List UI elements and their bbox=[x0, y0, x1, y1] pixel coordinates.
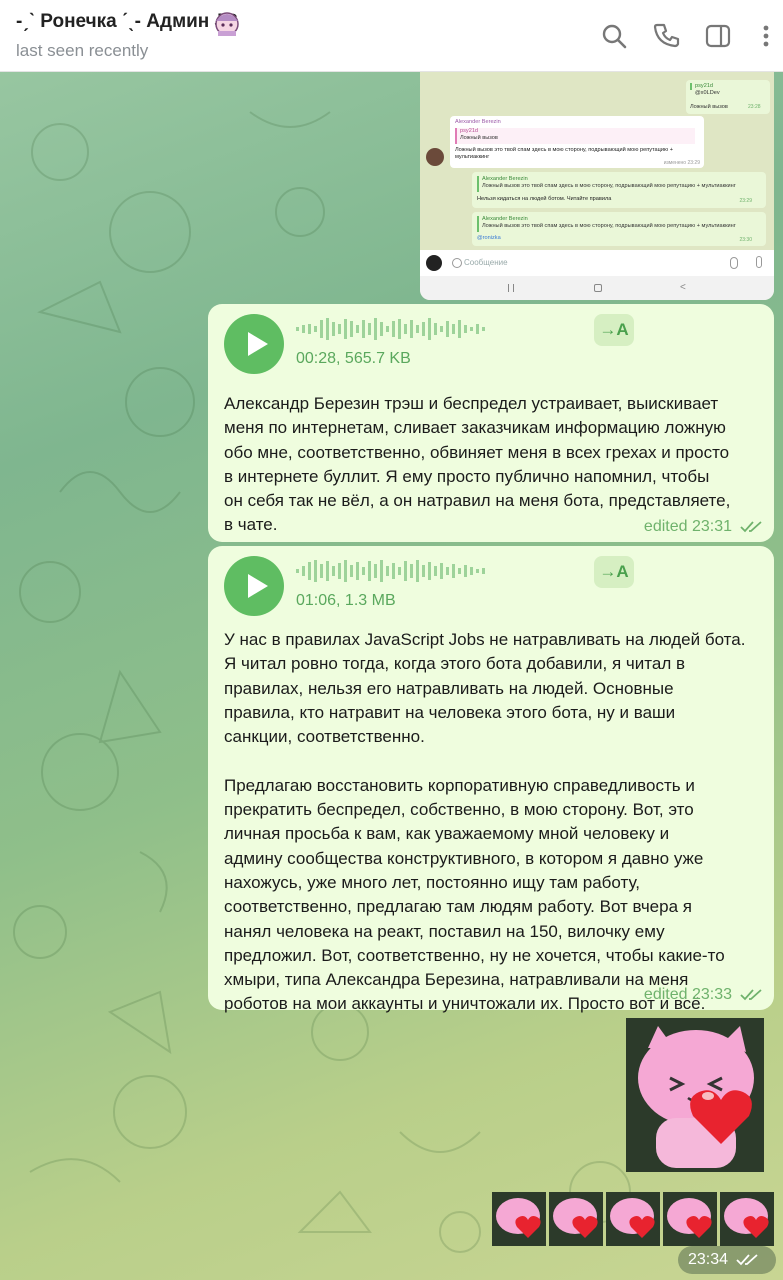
message-time: 23:34 bbox=[678, 1246, 776, 1274]
mini-time: 23:28 bbox=[748, 104, 761, 110]
mini-input-placeholder: Сообщение bbox=[464, 258, 508, 267]
mini-recents-icon bbox=[508, 284, 514, 292]
play-button[interactable] bbox=[224, 314, 284, 374]
transcription-text: Александр Березин трэш и беспредел устра… bbox=[224, 394, 731, 535]
voice-duration: 01:06, 1.3 MB bbox=[296, 592, 396, 609]
message-meta: edited 23:33 bbox=[644, 986, 764, 1004]
mini-quote-text: Ложный вызов это твой спам здесь в мою с… bbox=[482, 223, 736, 229]
search-icon[interactable] bbox=[600, 22, 628, 50]
mini-text: @ronizka bbox=[477, 235, 501, 241]
mini-quote-name: Alexander Berezin bbox=[482, 216, 528, 222]
mini-text: Нельзя кидаться на людей ботом. Читайте … bbox=[477, 196, 612, 202]
photo-message[interactable]: psy21d @x0LDev Ложный вызов 23:28 Alexan… bbox=[420, 72, 774, 300]
play-button[interactable] bbox=[224, 556, 284, 616]
mini-nav-bar: < bbox=[420, 276, 774, 300]
mini-quote-text: Ложный вызов bbox=[460, 135, 498, 141]
mini-time: изменено 23:29 bbox=[663, 160, 700, 166]
mini-message: Alexander Berezin Ложный вызов это твой … bbox=[472, 212, 766, 246]
chat-header: -ˏˋ Ронечка ˊˎ- Админ JS last seen recen… bbox=[0, 0, 783, 72]
chat-title[interactable]: -ˏˋ Ронечка ˊˎ- Админ JS bbox=[16, 11, 238, 33]
mini-home-icon bbox=[594, 284, 602, 292]
voice-message[interactable]: →A 00:28, 565.7 KB Александр Березин трэ… bbox=[208, 304, 774, 542]
double-check-icon bbox=[736, 1254, 758, 1266]
mini-emoji-icon bbox=[452, 258, 462, 268]
double-check-icon bbox=[740, 521, 762, 533]
chat-status: last seen recently bbox=[16, 41, 149, 60]
mini-quote-text: Ложный вызов это твой спам здесь в мою с… bbox=[482, 183, 736, 189]
sticker-row bbox=[492, 1192, 776, 1246]
mini-text: Ложный вызов это твой спам здесь в мою с… bbox=[455, 147, 673, 160]
pink-cat-sticker[interactable] bbox=[663, 1192, 717, 1246]
transcribe-button[interactable]: →A bbox=[594, 556, 634, 588]
pink-cat-sticker[interactable] bbox=[606, 1192, 660, 1246]
mini-quote-name: psy21d bbox=[460, 128, 479, 134]
more-icon[interactable] bbox=[752, 22, 780, 50]
last-time: 23:34 bbox=[688, 1251, 729, 1268]
mini-quote: psy21d Ложный вызов bbox=[455, 128, 695, 144]
mini-message: Alexander Berezin psy21d Ложный вызов Ло… bbox=[450, 116, 704, 168]
mini-quote: Alexander Berezin Ложный вызов это твой … bbox=[477, 176, 761, 192]
mini-quote-name: Alexander Berezin bbox=[482, 176, 528, 182]
transcription-text: У нас в правилах JavaScript Jobs не натр… bbox=[224, 630, 746, 1014]
sidebar-icon[interactable] bbox=[704, 22, 732, 50]
edited-time: edited 23:31 bbox=[643, 518, 732, 535]
mini-avatar bbox=[426, 148, 444, 166]
anime-girl-emoji-icon bbox=[215, 12, 239, 36]
mini-message: psy21d @x0LDev Ложный вызов 23:28 bbox=[686, 80, 770, 114]
mini-text: Ложный вызов bbox=[690, 104, 728, 110]
mini-mic-icon bbox=[756, 256, 762, 268]
pink-cat-sticker[interactable] bbox=[492, 1192, 546, 1246]
transcribe-button[interactable]: →A bbox=[594, 314, 634, 346]
edited-time: edited 23:33 bbox=[643, 986, 732, 1003]
voice-message[interactable]: →A 01:06, 1.3 MB У нас в правилах JavaSc… bbox=[208, 546, 774, 1013]
mini-attach-icon bbox=[730, 257, 738, 269]
voice-duration: 00:28, 565.7 KB bbox=[296, 350, 411, 367]
mini-sender: Alexander Berezin bbox=[455, 119, 501, 125]
pink-cat-sticker[interactable] bbox=[626, 1018, 764, 1172]
waveform[interactable] bbox=[296, 558, 486, 584]
double-check-icon bbox=[740, 989, 762, 1001]
mini-handle: @x0LDev bbox=[695, 90, 720, 96]
phone-icon[interactable] bbox=[653, 22, 681, 50]
mini-time: 23:30 bbox=[739, 237, 752, 243]
mini-quote: Alexander Berezin Ложный вызов это твой … bbox=[477, 216, 761, 232]
message-meta: edited 23:31 bbox=[644, 518, 764, 536]
mini-message: Alexander Berezin Ложный вызов это твой … bbox=[472, 172, 766, 208]
mini-back-icon: < bbox=[680, 282, 686, 293]
waveform[interactable] bbox=[296, 316, 486, 342]
mini-time: 23:29 bbox=[739, 198, 752, 204]
mini-input-bar: Сообщение bbox=[420, 250, 774, 276]
mini-app-icon bbox=[426, 255, 442, 271]
mini-sender: psy21d bbox=[690, 83, 766, 90]
pink-cat-sticker[interactable] bbox=[549, 1192, 603, 1246]
pink-cat-sticker[interactable] bbox=[720, 1192, 774, 1246]
